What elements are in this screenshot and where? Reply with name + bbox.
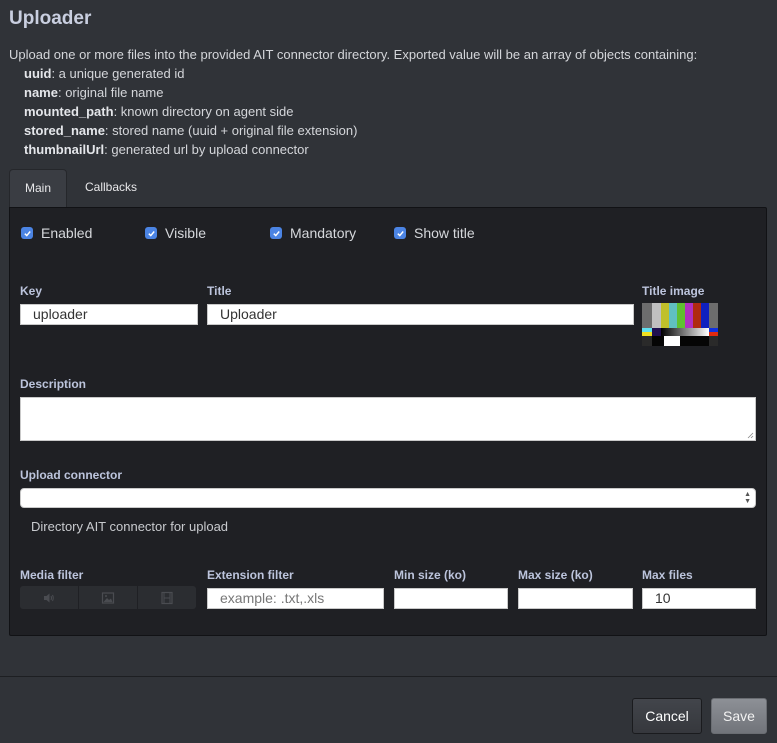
key-label: Key xyxy=(20,284,43,298)
resize-grip-icon[interactable] xyxy=(746,431,754,439)
upload-connector-select[interactable]: ▲ ▼ xyxy=(20,488,756,508)
max-files-input[interactable]: 10 xyxy=(642,588,756,609)
checkbox-checked-icon[interactable] xyxy=(394,227,406,239)
field-item: name: original file name xyxy=(24,83,697,102)
field-key: mounted_path xyxy=(24,104,114,119)
field-item: mounted_path: known directory on agent s… xyxy=(24,102,697,121)
video-icon xyxy=(161,591,173,604)
media-filter-video-button[interactable] xyxy=(138,586,196,609)
media-filter-image-button[interactable] xyxy=(79,586,138,609)
upload-connector-label: Upload connector xyxy=(20,468,123,482)
visible-checkbox[interactable]: Visible xyxy=(145,225,206,241)
min-size-label: Min size (ko) xyxy=(394,568,467,582)
description-textarea[interactable] xyxy=(20,397,756,441)
enabled-checkbox[interactable]: Enabled xyxy=(21,225,92,241)
intro-description: Upload one or more files into the provid… xyxy=(9,47,698,62)
cancel-button[interactable]: Cancel xyxy=(632,698,702,734)
audio-icon xyxy=(44,593,54,602)
media-filter-audio-button[interactable] xyxy=(20,586,79,609)
title-label: Title xyxy=(207,284,232,298)
field-text: : known directory on agent side xyxy=(113,104,294,119)
min-size-input[interactable] xyxy=(394,588,508,609)
field-text: : a unique generated id xyxy=(51,66,185,81)
description-label: Description xyxy=(20,377,87,391)
max-files-label: Max files xyxy=(642,568,693,582)
save-button[interactable]: Save xyxy=(711,698,767,734)
intro-text: Upload one or more files into the provid… xyxy=(9,45,697,159)
field-text: : generated url by upload connector xyxy=(104,142,309,157)
checkbox-checked-icon[interactable] xyxy=(145,227,157,239)
field-item: stored_name: stored name (uuid + origina… xyxy=(24,121,697,140)
field-key: thumbnailUrl xyxy=(24,142,105,157)
checkbox-checked-icon[interactable] xyxy=(270,227,282,239)
show-title-checkbox[interactable]: Show title xyxy=(394,225,475,241)
field-key: name xyxy=(24,85,58,100)
title-input[interactable]: Uploader xyxy=(207,304,634,325)
field-list: uuid: a unique generated id name: origin… xyxy=(9,64,697,159)
checkbox-label: Show title xyxy=(414,225,475,241)
key-input[interactable]: uploader xyxy=(20,304,198,325)
main-panel: Enabled Visible Mandatory Show title Key… xyxy=(9,207,767,636)
mandatory-checkbox[interactable]: Mandatory xyxy=(270,225,356,241)
extension-filter-label: Extension filter xyxy=(207,568,294,582)
tab-bar: Main Callbacks xyxy=(9,169,154,208)
extension-filter-input[interactable]: example: .txt,.xls xyxy=(207,588,384,609)
field-text: : original file name xyxy=(57,85,164,100)
select-arrows-icon: ▲ ▼ xyxy=(744,491,751,505)
checkbox-label: Visible xyxy=(165,225,206,241)
field-text: : stored name (uuid + original file exte… xyxy=(104,123,358,138)
footer-divider xyxy=(0,676,777,677)
media-filter-label: Media filter xyxy=(20,568,84,582)
field-item: thumbnailUrl: generated url by upload co… xyxy=(24,140,697,159)
upload-connector-help: Directory AIT connector for upload xyxy=(31,519,229,534)
max-size-input[interactable] xyxy=(518,588,633,609)
field-item: uuid: a unique generated id xyxy=(24,64,697,83)
title-image-label: Title image xyxy=(642,284,705,298)
dialog-title: Uploader xyxy=(9,8,92,29)
title-image-thumbnail[interactable] xyxy=(642,303,718,346)
tab-main[interactable]: Main xyxy=(9,169,67,208)
max-size-label: Max size (ko) xyxy=(518,568,593,582)
tab-callbacks[interactable]: Callbacks xyxy=(67,169,154,208)
checkbox-checked-icon[interactable] xyxy=(21,227,33,239)
checkbox-label: Mandatory xyxy=(290,225,357,241)
image-icon xyxy=(101,591,115,604)
field-key: stored_name xyxy=(24,123,105,138)
checkbox-label: Enabled xyxy=(41,225,93,241)
media-filter-group xyxy=(20,586,196,609)
field-key: uuid xyxy=(24,66,52,81)
